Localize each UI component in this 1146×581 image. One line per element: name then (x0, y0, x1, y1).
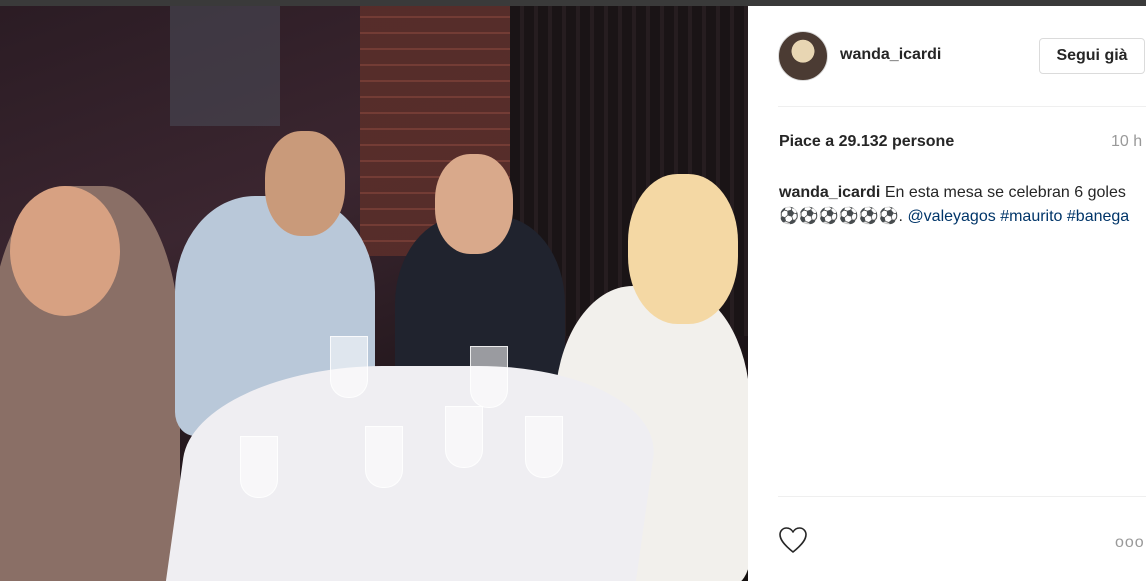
heart-icon[interactable] (778, 526, 808, 554)
photo-glass (330, 336, 368, 398)
photo-person-4-head (628, 174, 738, 324)
avatar[interactable] (778, 31, 828, 81)
more-options-icon[interactable]: ooo (1115, 534, 1145, 552)
header-divider (778, 106, 1146, 107)
photo-person-1-head (10, 186, 120, 316)
caption-hashtag-banega[interactable]: #banega (1067, 208, 1129, 225)
caption-hashtag-maurito[interactable]: #maurito (1000, 208, 1062, 225)
photo-window (170, 6, 280, 126)
post-photo[interactable] (0, 6, 748, 581)
likes-count[interactable]: Piace a 29.132 persone (779, 133, 954, 151)
actions-divider (778, 496, 1146, 497)
photo-person-2-head (265, 131, 345, 236)
photo-glass (365, 426, 403, 488)
caption-mention[interactable]: @valeyagos (907, 208, 995, 225)
post-timestamp[interactable]: 10 h (1111, 133, 1142, 151)
photo-person-3-head (435, 154, 513, 254)
post-caption: wanda_icardi En esta mesa se celebran 6 … (779, 181, 1141, 229)
photo-glass (470, 346, 508, 408)
photo-glass (240, 436, 278, 498)
follow-button[interactable]: Segui già (1039, 38, 1145, 74)
caption-username[interactable]: wanda_icardi (779, 184, 880, 201)
post-sidebar (748, 6, 1146, 581)
photo-glass (445, 406, 483, 468)
photo-glass (525, 416, 563, 478)
post-username[interactable]: wanda_icardi (840, 46, 941, 64)
